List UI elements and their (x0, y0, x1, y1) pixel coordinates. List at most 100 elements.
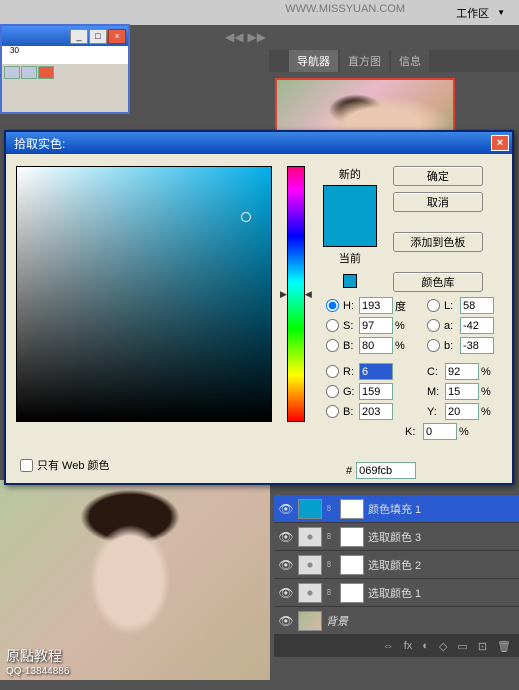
input-b[interactable] (359, 337, 393, 354)
layer-name[interactable]: 选取颜色 1 (368, 585, 515, 601)
radio-l[interactable] (427, 299, 440, 312)
tab-histogram[interactable]: 直方图 (340, 50, 389, 72)
websafe-swatch[interactable] (343, 274, 357, 288)
radio-b[interactable] (326, 339, 339, 352)
hue-slider-left-icon: ▶ (280, 289, 287, 300)
mask-thumbnail[interactable] (340, 499, 364, 519)
radio-h[interactable] (326, 299, 339, 312)
eye-icon[interactable]: 👁 (278, 557, 294, 573)
radio-a[interactable] (427, 319, 440, 332)
layer-thumbnail[interactable] (298, 611, 322, 631)
label-b: B: (343, 340, 357, 352)
layers-panel: 👁 𝟾 颜色填充 1 👁 𝟾 选取颜色 3 👁 𝟾 选取颜色 2 👁 𝟾 选取颜… (274, 495, 519, 690)
color-preview (323, 185, 377, 247)
radio-r[interactable] (326, 365, 339, 378)
minimize-button[interactable]: _ (70, 29, 88, 44)
label-c: C: (427, 366, 443, 378)
label-b2: b: (444, 340, 458, 352)
tab-navigator[interactable]: 导航器 (289, 50, 338, 72)
input-h[interactable] (359, 297, 393, 314)
web-only-checkbox[interactable] (20, 459, 33, 472)
input-k[interactable] (423, 423, 457, 440)
layer-thumbnail[interactable] (298, 527, 322, 547)
trash-icon[interactable]: 🗑 (497, 640, 511, 653)
layer-thumbnail[interactable] (298, 583, 322, 603)
input-m[interactable] (445, 383, 479, 400)
radio-b2[interactable] (427, 339, 440, 352)
eye-icon[interactable]: 👁 (278, 529, 294, 545)
new-color-label: 新的 (339, 166, 361, 182)
input-y[interactable] (445, 403, 479, 420)
max-icon[interactable] (21, 66, 37, 79)
saturation-value-field[interactable] (16, 166, 272, 422)
new-layer-icon[interactable]: ⊡ (478, 640, 487, 653)
cancel-button[interactable]: 取消 (393, 192, 483, 212)
layer-row[interactable]: 👁 𝟾 选取颜色 3 (274, 523, 519, 551)
close-button[interactable]: × (108, 29, 126, 44)
input-hex[interactable] (356, 462, 416, 479)
mask-icon[interactable]: ◐ (422, 640, 429, 652)
link-icon[interactable]: 𝟾 (326, 503, 336, 514)
radio-bb[interactable] (326, 405, 339, 418)
layer-name[interactable]: 背景 (326, 613, 515, 629)
fx-icon[interactable]: fx (404, 640, 413, 652)
group-icon[interactable]: ▭ (457, 640, 467, 653)
radio-s[interactable] (326, 319, 339, 332)
eye-icon[interactable]: 👁 (278, 501, 294, 517)
label-bb: B: (343, 406, 357, 418)
current-color-label: 当前 (339, 250, 361, 266)
current-color-swatch[interactable] (324, 216, 376, 246)
hue-slider[interactable] (287, 166, 305, 422)
close-icon[interactable] (38, 66, 54, 79)
maximize-button[interactable]: □ (89, 29, 107, 44)
chevron-down-icon[interactable]: ▼ (497, 8, 505, 17)
close-icon[interactable]: × (491, 135, 509, 151)
tab-info[interactable]: 信息 (391, 50, 429, 72)
mask-thumbnail[interactable] (340, 555, 364, 575)
layer-thumbnail[interactable] (298, 499, 322, 519)
tab-arrow-right-icon[interactable]: ▶▶ (247, 30, 265, 44)
input-l[interactable] (460, 297, 494, 314)
input-b2[interactable] (460, 337, 494, 354)
link-icon[interactable]: 𝟾 (326, 587, 336, 598)
mask-thumbnail[interactable] (340, 527, 364, 547)
tab-arrow-left-icon[interactable]: ◀◀ (225, 30, 243, 44)
input-g[interactable] (359, 383, 393, 400)
add-swatch-button[interactable]: 添加到色板 (393, 232, 483, 252)
link-layers-icon[interactable]: ⇔ (383, 640, 394, 652)
hue-slider-right-icon: ◀ (305, 289, 312, 300)
dialog-titlebar[interactable]: 拾取实色: × (6, 132, 512, 154)
input-bb[interactable] (359, 403, 393, 420)
workspace-label[interactable]: 工作区 (456, 5, 489, 21)
eye-icon[interactable]: 👁 (278, 613, 294, 629)
radio-g[interactable] (326, 385, 339, 398)
eye-icon[interactable]: 👁 (278, 585, 294, 601)
ruler (2, 46, 128, 64)
mask-thumbnail[interactable] (340, 583, 364, 603)
layer-row[interactable]: 👁 𝟾 选取颜色 2 (274, 551, 519, 579)
layer-name[interactable]: 选取颜色 3 (368, 529, 515, 545)
input-s[interactable] (359, 317, 393, 334)
document-window: _ □ × (0, 24, 130, 114)
input-a[interactable] (460, 317, 494, 334)
dialog-title: 拾取实色: (14, 135, 65, 152)
color-picker-dialog: 拾取实色: × ▶ ◀ 新的 当前 确定 取消 添加到色板 颜色库 (4, 130, 514, 485)
layer-row[interactable]: 👁 背景 (274, 607, 519, 635)
link-icon[interactable]: 𝟾 (326, 531, 336, 542)
adjustment-icon[interactable]: ◇ (439, 640, 447, 653)
credit-watermark: 原點教程 QQ-13844886 (6, 646, 69, 677)
ok-button[interactable]: 确定 (393, 166, 483, 186)
credit-qq: QQ-13844886 (6, 666, 69, 677)
layer-row[interactable]: 👁 𝟾 颜色填充 1 (274, 495, 519, 523)
layer-thumbnail[interactable] (298, 555, 322, 575)
input-r[interactable] (359, 363, 393, 380)
label-s: S: (343, 320, 357, 332)
sv-cursor-icon (241, 212, 251, 222)
min-icon[interactable] (4, 66, 20, 79)
color-library-button[interactable]: 颜色库 (393, 272, 483, 292)
layer-name[interactable]: 选取颜色 2 (368, 557, 515, 573)
layer-name[interactable]: 颜色填充 1 (368, 501, 515, 517)
link-icon[interactable]: 𝟾 (326, 559, 336, 570)
input-c[interactable] (445, 363, 479, 380)
layer-row[interactable]: 👁 𝟾 选取颜色 1 (274, 579, 519, 607)
